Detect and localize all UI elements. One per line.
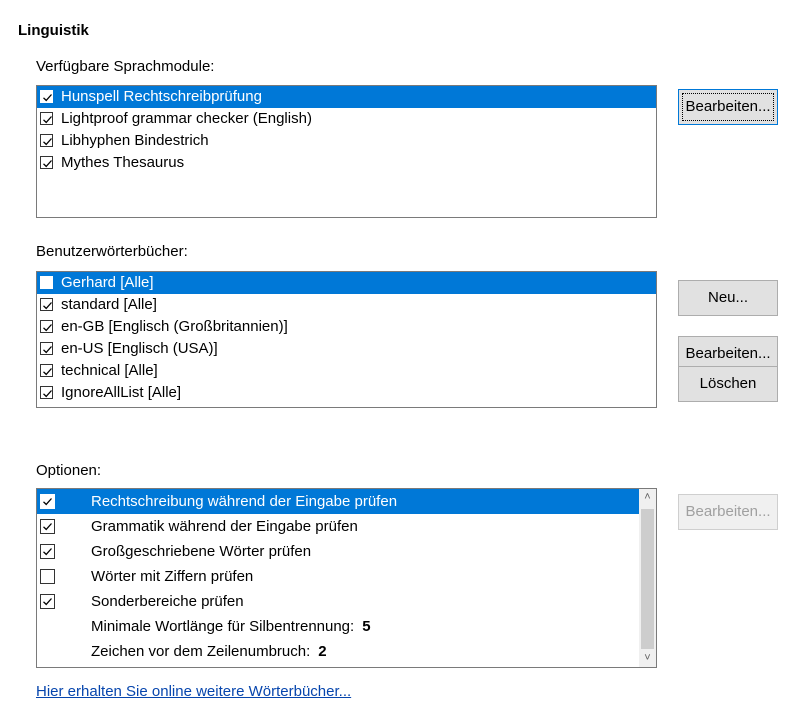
dictionary-edit-label: Bearbeiten...: [685, 345, 771, 362]
option-item-value: 5: [362, 618, 371, 635]
module-item[interactable]: Mythes Thesaurus: [37, 152, 656, 174]
dictionary-new-button[interactable]: Neu...: [678, 280, 778, 316]
module-item-label: Hunspell Rechtschreibprüfung: [61, 88, 262, 105]
option-item-label: Grammatik während der Eingabe prüfen: [91, 518, 358, 535]
checkbox-checked-icon[interactable]: [40, 386, 53, 399]
options-edit-label: Bearbeiten...: [685, 503, 771, 520]
option-item-label: Wörter mit Ziffern prüfen: [91, 568, 254, 585]
option-item-label: Sonderbereiche prüfen: [91, 593, 244, 610]
module-item[interactable]: Lightproof grammar checker (English): [37, 108, 656, 130]
dictionary-item-label: en-GB [Englisch (Großbritannien)]: [61, 318, 288, 335]
checkbox-unchecked-icon[interactable]: [40, 569, 55, 584]
checkbox-checked-icon[interactable]: [40, 112, 53, 125]
dictionary-delete-label: Löschen: [699, 375, 757, 392]
modules-edit-button[interactable]: Bearbeiten...: [678, 89, 778, 125]
option-item[interactable]: Minimale Wortlänge für Silbentrennung: 5: [37, 614, 639, 639]
option-item-text: Zeichen vor dem Zeilenumbruch: 2: [91, 639, 327, 664]
option-item-text: Großgeschriebene Wörter prüfen: [91, 539, 311, 564]
dictionary-item-label: Gerhard [Alle]: [61, 274, 154, 291]
option-item-label: Rechtschreibung während der Eingabe prüf…: [91, 493, 398, 510]
dictionary-item[interactable]: technical [Alle]: [37, 360, 656, 382]
module-item-label: Libhyphen Bindestrich: [61, 132, 209, 149]
checkbox-checked-icon[interactable]: [40, 342, 53, 355]
option-item-text: Grammatik während der Eingabe prüfen: [91, 514, 358, 539]
dictionary-item-label: en-US [Englisch (USA)]: [61, 340, 218, 357]
dictionary-item[interactable]: IgnoreAllList [Alle]: [37, 382, 656, 404]
option-item[interactable]: Wörter mit Ziffern prüfen: [37, 564, 639, 589]
option-item[interactable]: Grammatik während der Eingabe prüfen: [37, 514, 639, 539]
dictionary-item-label: IgnoreAllList [Alle]: [61, 384, 182, 401]
module-item-label: Mythes Thesaurus: [61, 154, 185, 171]
dictionary-item-label: technical [Alle]: [61, 362, 158, 379]
online-dictionaries-link[interactable]: Hier erhalten Sie online weitere Wörterb…: [36, 683, 351, 700]
checkbox-checked-icon[interactable]: [40, 364, 53, 377]
module-item[interactable]: Hunspell Rechtschreibprüfung: [37, 86, 656, 108]
checkbox-checked-icon[interactable]: [40, 298, 53, 311]
dictionary-item[interactable]: standard [Alle]: [37, 294, 656, 316]
module-item-label: Lightproof grammar checker (English): [61, 110, 312, 127]
dictionary-item-label: standard [Alle]: [61, 296, 157, 313]
options-edit-button[interactable]: Bearbeiten...: [678, 494, 778, 530]
modules-label-text: Verfügbare Sprachmodule:: [36, 58, 215, 75]
section-title: Linguistik: [18, 22, 89, 39]
option-item-text: Wörter mit Ziffern prüfen: [91, 564, 253, 589]
option-item[interactable]: Rechtschreibung während der Eingabe prüf…: [37, 489, 639, 514]
dictionary-item[interactable]: Gerhard [Alle]: [37, 272, 656, 294]
option-item-label: Zeichen vor dem Zeilenumbruch:: [91, 643, 311, 660]
dictionaries-list[interactable]: Gerhard [Alle] standard [Alle] en-GB [Engl…: [36, 271, 657, 408]
dictionary-new-label: Neu...: [707, 289, 749, 306]
option-item-text: Sonderbereiche prüfen: [91, 589, 244, 614]
dictionary-item[interactable]: en-US [Englisch (USA)]: [37, 338, 656, 360]
checkbox-checked-icon[interactable]: [40, 134, 53, 147]
dictionary-item[interactable]: en-GB [Englisch (Großbritannien)]: [37, 316, 656, 338]
option-item[interactable]: Großgeschriebene Wörter prüfen: [37, 539, 639, 564]
options-scrollbar[interactable]: ˄ ˅: [639, 489, 656, 667]
option-item[interactable]: Zeichen vor dem Zeilenumbruch: 2: [37, 639, 639, 664]
checkbox-checked-icon[interactable]: [40, 156, 53, 169]
option-item-value: 2: [318, 643, 327, 660]
options-label-text: Optionen:: [36, 462, 102, 479]
options-list[interactable]: Rechtschreibung während der Eingabe prüf…: [36, 488, 657, 668]
checkbox-checked-icon[interactable]: [40, 519, 55, 534]
checkbox-checked-icon[interactable]: [40, 90, 53, 103]
checkbox-checked-icon[interactable]: [40, 320, 53, 333]
dictionary-delete-button[interactable]: Löschen: [678, 366, 778, 402]
option-item-label: Minimale Wortlänge für Silbentrennung:: [91, 618, 355, 635]
options-label: Optionen:: [36, 462, 101, 479]
dictionaries-label-text: Benutzerwörterbücher:: [36, 243, 188, 260]
modules-list[interactable]: Hunspell Rechtschreibprüfung Lightproof g…: [36, 85, 657, 218]
checkbox-checked-icon[interactable]: [40, 594, 55, 609]
checkbox-checked-icon[interactable]: [40, 544, 55, 559]
dictionaries-label: Benutzerwörterbücher:: [36, 243, 188, 260]
option-item-text: Rechtschreibung während der Eingabe prüf…: [91, 489, 397, 514]
module-item[interactable]: Libhyphen Bindestrich: [37, 130, 656, 152]
option-item-text: Minimale Wortlänge für Silbentrennung: 5: [91, 614, 371, 639]
scroll-thumb[interactable]: [641, 509, 654, 649]
option-item-label: Großgeschriebene Wörter prüfen: [91, 543, 312, 560]
scroll-up-icon[interactable]: ˄: [639, 489, 656, 506]
modules-label: Verfügbare Sprachmodule:: [36, 58, 214, 75]
checkbox-checked-icon[interactable]: [40, 494, 55, 509]
scroll-down-icon[interactable]: ˅: [639, 650, 656, 667]
checkbox-unchecked-icon[interactable]: [40, 276, 53, 289]
option-item[interactable]: Sonderbereiche prüfen: [37, 589, 639, 614]
